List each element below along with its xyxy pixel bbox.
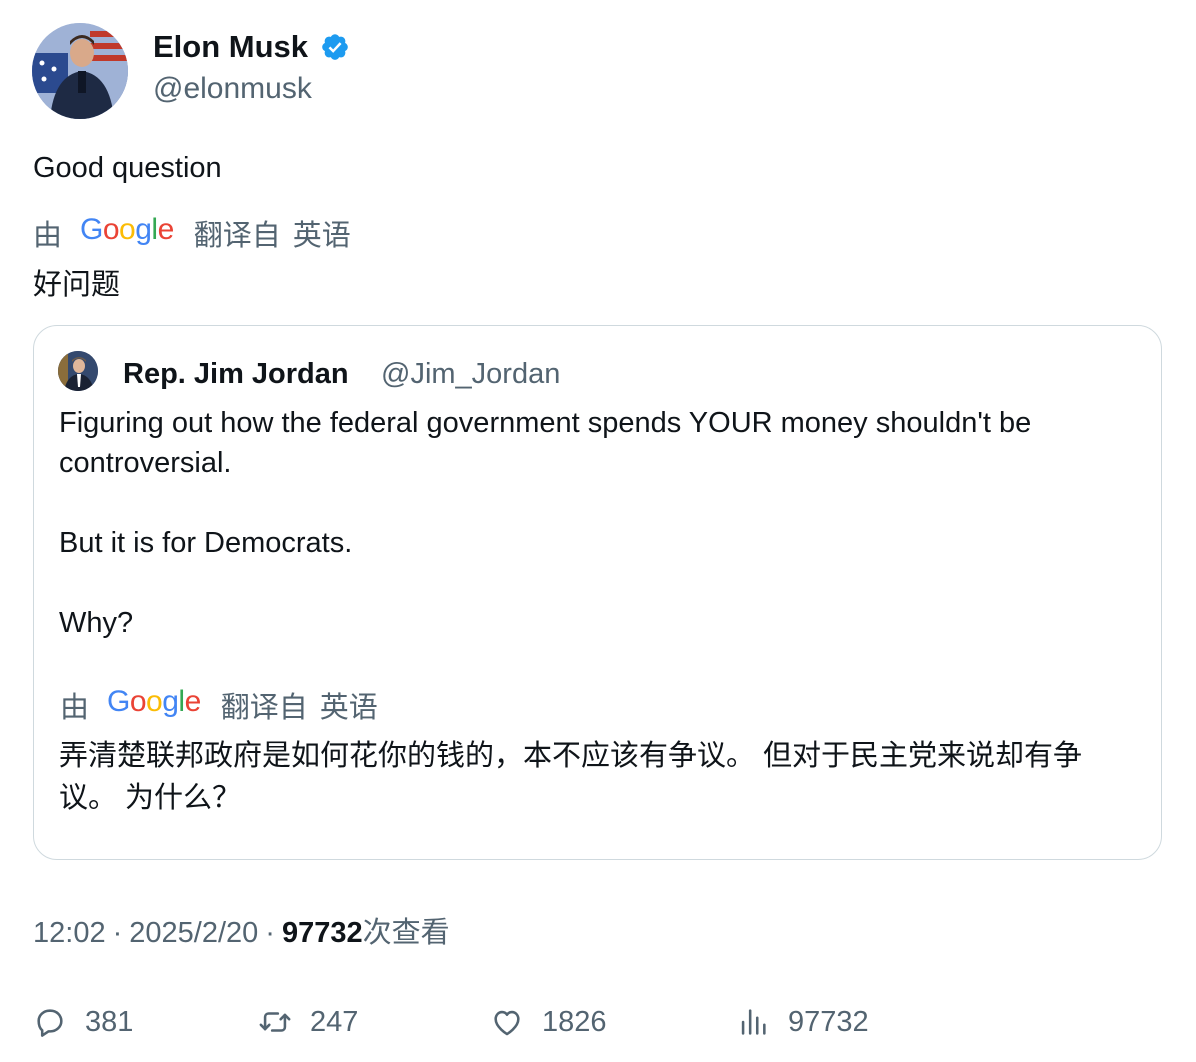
translation-by-label: 由 (33, 220, 63, 252)
analytics-bar-icon (741, 1009, 766, 1035)
translation-from-label: 翻译自 (193, 220, 281, 252)
quoted-author-avatar[interactable] (58, 351, 98, 391)
translation-source-language: 英语 (319, 692, 378, 724)
quoted-avatar-photo (58, 351, 98, 391)
author-name[interactable]: Elon Musk (153, 28, 308, 66)
quoted-translation-attribution: 由 Google 翻译自 英语 (60, 684, 378, 726)
verified-badge-icon (322, 34, 348, 60)
google-logo[interactable]: Google (107, 685, 201, 719)
repost-icon (259, 1012, 291, 1032)
reply-icon (37, 1009, 63, 1037)
translation-source-language: 英语 (292, 220, 351, 252)
quoted-tweet-card[interactable]: Rep. Jim Jordan @Jim_Jordan Figuring out… (33, 325, 1162, 860)
meta-separator: · (265, 917, 275, 949)
author-handle[interactable]: @elonmusk (153, 70, 312, 108)
like-count: 1826 (542, 1005, 607, 1038)
views-label: 次查看 (362, 917, 450, 949)
tweet: Elon Musk @elonmusk Good question 由 Goog… (0, 0, 1196, 1062)
tweet-meta: 12:02 · 2025/2/20 · 97732次查看 (33, 913, 450, 953)
reply-count: 381 (85, 1005, 134, 1038)
author-avatar[interactable] (32, 23, 128, 119)
heart-icon (494, 1010, 520, 1036)
reply-button[interactable]: 381 (33, 1000, 133, 1044)
tweet-date[interactable]: 2025/2/20 (129, 917, 258, 949)
translation-from-label: 翻译自 (220, 692, 308, 724)
quoted-text-paragraph: Figuring out how the federal government … (59, 407, 1032, 479)
quoted-text-paragraph: Why? (59, 607, 134, 639)
quoted-author-name[interactable]: Rep. Jim Jordan (123, 355, 349, 393)
avatar-photo (32, 23, 128, 119)
quoted-translated-text: 弄清楚联邦政府是如何花你的钱的，本不应该有争议。 但对于民主党来说却有争议。 为… (59, 740, 1083, 814)
views-button[interactable]: 97732 (736, 1000, 869, 1044)
repost-count: 247 (310, 1005, 359, 1038)
views-count: 97732 (281, 917, 363, 949)
tweet-text: Good question (33, 152, 222, 184)
quoted-author-handle[interactable]: @Jim_Jordan (381, 355, 560, 393)
repost-button[interactable]: 247 (258, 1000, 358, 1044)
tweet-translated-text: 好问题 (33, 269, 121, 301)
translation-by-label: 由 (60, 692, 90, 724)
like-button[interactable]: 1826 (490, 1000, 607, 1044)
views-action-count: 97732 (788, 1005, 869, 1038)
translation-attribution: 由 Google 翻译自 英语 (33, 212, 351, 254)
meta-separator: · (112, 917, 123, 949)
google-logo[interactable]: Google (80, 213, 174, 247)
quoted-text-paragraph: But it is for Democrats. (59, 527, 353, 559)
tweet-time[interactable]: 12:02 (33, 917, 106, 949)
